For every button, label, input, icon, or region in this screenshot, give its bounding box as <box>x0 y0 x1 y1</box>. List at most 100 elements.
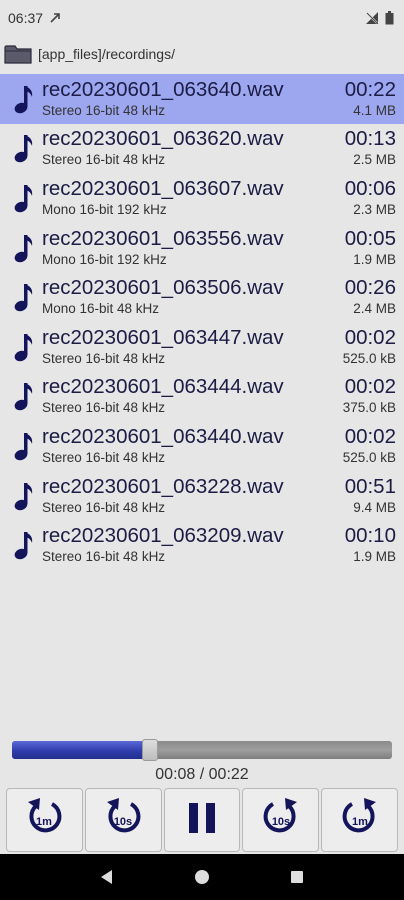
playback-seekbar[interactable] <box>12 739 392 761</box>
recording-row[interactable]: rec20230601_063607.wav Mono 16-bit 192 k… <box>0 173 404 223</box>
recording-meta: 00:22 4.1 MB <box>345 74 396 124</box>
pause-icon <box>186 800 218 841</box>
status-bar: 06:37 <box>0 0 404 36</box>
recording-format: Stereo 16-bit 48 kHz <box>42 350 166 366</box>
recording-duration: 00:10 <box>344 524 396 548</box>
svg-text:1m: 1m <box>36 816 52 828</box>
recording-meta: 00:51 9.4 MB <box>345 471 396 521</box>
recording-format: Mono 16-bit 48 kHz <box>42 301 160 317</box>
status-left: 06:37 <box>8 10 61 26</box>
status-time: 06:37 <box>8 10 44 26</box>
recording-filename: rec20230601_063444.wav <box>42 375 284 399</box>
seekbar-thumb[interactable] <box>142 739 159 761</box>
recording-duration: 00:51 <box>344 474 396 498</box>
recording-duration: 00:02 <box>344 375 396 399</box>
music-note-icon <box>8 471 38 521</box>
recording-row[interactable]: rec20230601_063447.wav Stereo 16-bit 48 … <box>0 322 404 372</box>
signal-arrow-icon <box>50 13 60 23</box>
recording-meta: 00:02 525.0 kB <box>343 322 396 372</box>
rewind-10s-button[interactable]: 10s <box>84 788 162 852</box>
no-signal-icon <box>366 12 378 24</box>
music-note-icon <box>8 223 38 273</box>
recording-row[interactable]: rec20230601_063440.wav Stereo 16-bit 48 … <box>0 421 404 471</box>
forward-icon: 10s <box>261 796 301 845</box>
music-note-icon <box>8 173 38 223</box>
recording-info: rec20230601_063506.wav Mono 16-bit 48 kH… <box>42 272 345 322</box>
battery-icon <box>385 11 394 25</box>
recording-meta: 00:02 375.0 kB <box>343 372 396 422</box>
seekbar-progress <box>12 741 151 759</box>
recording-info: rec20230601_063209.wav Stereo 16-bit 48 … <box>42 520 345 570</box>
recording-row[interactable]: rec20230601_063228.wav Stereo 16-bit 48 … <box>0 471 404 521</box>
recording-size: 2.5 MB <box>353 152 396 168</box>
recording-meta: 00:06 2.3 MB <box>345 173 396 223</box>
status-right <box>365 11 394 25</box>
recording-size: 4.1 MB <box>353 102 396 118</box>
rewind-icon: 10s <box>103 796 143 845</box>
recording-size: 1.9 MB <box>353 251 396 267</box>
navigation-bar <box>0 854 404 900</box>
recording-filename: rec20230601_063620.wav <box>42 127 284 151</box>
recording-info: rec20230601_063447.wav Stereo 16-bit 48 … <box>42 322 343 372</box>
pause-button[interactable] <box>163 788 241 852</box>
recording-size: 1.9 MB <box>353 549 396 565</box>
recording-row[interactable]: rec20230601_063620.wav Stereo 16-bit 48 … <box>0 124 404 174</box>
recording-info: rec20230601_063444.wav Stereo 16-bit 48 … <box>42 372 343 422</box>
recording-filename: rec20230601_063209.wav <box>42 524 284 548</box>
recording-meta: 00:02 525.0 kB <box>343 421 396 471</box>
recording-format: Stereo 16-bit 48 kHz <box>42 102 166 118</box>
playback-time: 00:08 / 00:22 <box>155 766 249 783</box>
recording-filename: rec20230601_063506.wav <box>42 276 284 300</box>
recording-format: Stereo 16-bit 48 kHz <box>42 499 166 515</box>
rewind-icon: 1m <box>24 796 64 845</box>
recording-row[interactable]: rec20230601_063209.wav Stereo 16-bit 48 … <box>0 520 404 570</box>
recording-filename: rec20230601_063440.wav <box>42 424 284 448</box>
back-triangle-icon[interactable] <box>100 869 114 885</box>
recording-info: rec20230601_063440.wav Stereo 16-bit 48 … <box>42 421 343 471</box>
forward-10s-button[interactable]: 10s <box>242 788 320 852</box>
recording-size: 525.0 kB <box>342 350 396 366</box>
music-note-icon <box>8 372 38 422</box>
music-note-icon <box>8 520 38 570</box>
forward-icon: 1m <box>340 796 380 845</box>
recording-duration: 00:22 <box>344 77 396 101</box>
home-circle-icon[interactable] <box>194 869 210 885</box>
recording-info: rec20230601_063620.wav Stereo 16-bit 48 … <box>42 124 345 174</box>
recording-row[interactable]: rec20230601_063640.wav Stereo 16-bit 48 … <box>0 74 404 124</box>
svg-text:10s: 10s <box>272 816 290 828</box>
recording-row[interactable]: rec20230601_063506.wav Mono 16-bit 48 kH… <box>0 272 404 322</box>
recording-size: 2.3 MB <box>353 201 396 217</box>
recording-info: rec20230601_063556.wav Mono 16-bit 192 k… <box>42 223 345 273</box>
recording-size: 9.4 MB <box>353 499 396 515</box>
recording-filename: rec20230601_063640.wav <box>42 77 284 101</box>
recording-meta: 00:10 1.9 MB <box>345 520 396 570</box>
recording-size: 375.0 kB <box>342 400 396 416</box>
playback-controls: 1m 10s 10s 1m <box>6 788 398 852</box>
music-note-icon <box>8 272 38 322</box>
music-note-icon <box>8 322 38 372</box>
recording-info: rec20230601_063228.wav Stereo 16-bit 48 … <box>42 471 345 521</box>
recording-row[interactable]: rec20230601_063556.wav Mono 16-bit 192 k… <box>0 223 404 273</box>
recording-format: Mono 16-bit 192 kHz <box>42 201 167 217</box>
recording-meta: 00:26 2.4 MB <box>345 272 396 322</box>
forward-1m-button[interactable]: 1m <box>321 788 398 852</box>
recording-filename: rec20230601_063556.wav <box>42 226 284 250</box>
recents-square-icon[interactable] <box>290 870 304 884</box>
recording-format: Stereo 16-bit 48 kHz <box>42 400 166 416</box>
path-bar[interactable]: [app_files]/recordings/ <box>0 36 404 72</box>
rewind-1m-button[interactable]: 1m <box>6 788 83 852</box>
svg-text:10s: 10s <box>114 816 132 828</box>
recording-filename: rec20230601_063447.wav <box>42 325 284 349</box>
music-note-icon <box>8 421 38 471</box>
recording-format: Mono 16-bit 192 kHz <box>42 251 167 267</box>
recording-size: 2.4 MB <box>353 301 396 317</box>
recording-row[interactable]: rec20230601_063444.wav Stereo 16-bit 48 … <box>0 372 404 422</box>
recording-size: 525.0 kB <box>342 449 396 465</box>
recording-info: rec20230601_063607.wav Mono 16-bit 192 k… <box>42 173 345 223</box>
recording-duration: 00:06 <box>344 176 396 200</box>
recording-format: Stereo 16-bit 48 kHz <box>42 449 166 465</box>
recordings-list: rec20230601_063640.wav Stereo 16-bit 48 … <box>0 74 404 570</box>
recording-meta: 00:05 1.9 MB <box>345 223 396 273</box>
recording-duration: 00:26 <box>344 276 396 300</box>
recording-format: Stereo 16-bit 48 kHz <box>42 152 166 168</box>
